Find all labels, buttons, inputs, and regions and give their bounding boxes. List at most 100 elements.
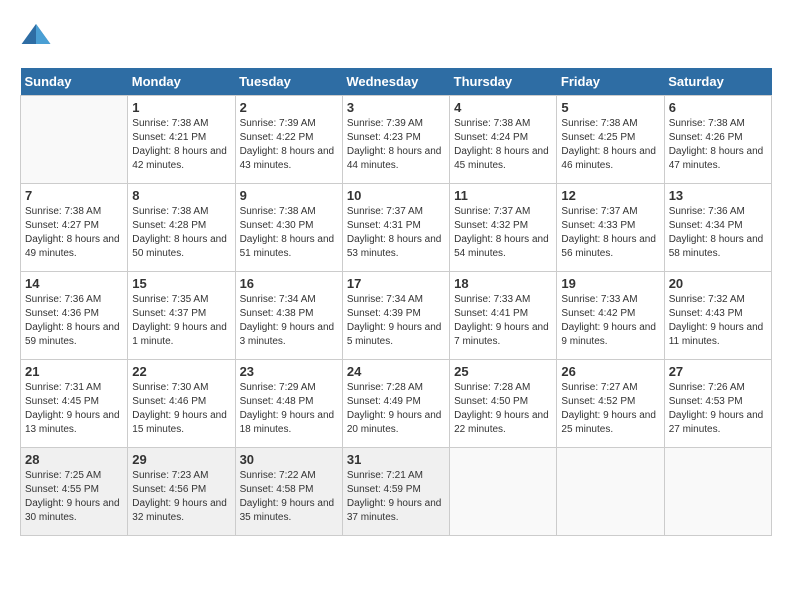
day-info: Sunrise: 7:33 AMSunset: 4:42 PMDaylight:…	[561, 293, 659, 349]
calendar-cell: 23 Sunrise: 7:29 AMSunset: 4:48 PMDayligh…	[235, 360, 342, 448]
day-info: Sunrise: 7:38 AMSunset: 4:27 PMDaylight:…	[25, 205, 123, 261]
calendar-cell: 9Sunrise: 7:38 AMSunset: 4:30 PMDaylight…	[235, 184, 342, 272]
week-row-5: 28Sunrise: 7:25 AMSunset: 4:55 PMDayligh…	[21, 448, 772, 536]
day-number: 7	[25, 188, 123, 203]
calendar-cell: 8 Sunrise: 7:38 AMSunset: 4:28 PMDaylight…	[128, 184, 235, 272]
day-number: 4	[454, 100, 552, 115]
calendar-cell: 4 Sunrise: 7:38 AMSunset: 4:24 PMDaylight…	[450, 96, 557, 184]
calendar-cell: 25 Sunrise: 7:28 AMSunset: 4:50 PMDayligh…	[450, 360, 557, 448]
day-number: 30	[240, 452, 338, 467]
day-info: Sunrise: 7:38 AMSunset: 4:25 PMDaylight:…	[561, 117, 659, 173]
day-info: Sunrise: 7:22 AMSunset: 4:58 PMDaylight:…	[240, 469, 338, 525]
day-info: Sunrise: 7:32 AMSunset: 4:43 PMDaylight:…	[669, 293, 767, 349]
day-info: Sunrise: 7:31 AMSunset: 4:45 PMDaylight:…	[25, 381, 123, 437]
day-number: 15	[132, 276, 230, 291]
calendar-cell: 21 Sunrise: 7:31 AMSunset: 4:45 PMDayligh…	[21, 360, 128, 448]
day-number: 5	[561, 100, 659, 115]
calendar-cell: 17 Sunrise: 7:34 AMSunset: 4:39 PMDayligh…	[342, 272, 449, 360]
day-number: 1	[132, 100, 230, 115]
week-row-3: 14 Sunrise: 7:36 AMSunset: 4:36 PMDayligh…	[21, 272, 772, 360]
day-number: 10	[347, 188, 445, 203]
day-header-wednesday: Wednesday	[342, 68, 449, 96]
calendar-cell: 7 Sunrise: 7:38 AMSunset: 4:27 PMDaylight…	[21, 184, 128, 272]
day-info: Sunrise: 7:39 AMSunset: 4:23 PMDaylight:…	[347, 117, 445, 173]
calendar-cell: 10 Sunrise: 7:37 AMSunset: 4:31 PMDayligh…	[342, 184, 449, 272]
calendar-cell: 29 Sunrise: 7:23 AMSunset: 4:56 PMDayligh…	[128, 448, 235, 536]
day-number: 16	[240, 276, 338, 291]
day-info: Sunrise: 7:37 AMSunset: 4:32 PMDaylight:…	[454, 205, 552, 261]
logo-icon	[20, 20, 52, 52]
day-number: 26	[561, 364, 659, 379]
calendar-cell: 22Sunrise: 7:30 AMSunset: 4:46 PMDayligh…	[128, 360, 235, 448]
day-number: 8	[132, 188, 230, 203]
day-info: Sunrise: 7:36 AMSunset: 4:34 PMDaylight:…	[669, 205, 767, 261]
day-number: 6	[669, 100, 767, 115]
day-info: Sunrise: 7:33 AMSunset: 4:41 PMDaylight:…	[454, 293, 552, 349]
day-info: Sunrise: 7:21 AMSunset: 4:59 PMDaylight:…	[347, 469, 445, 525]
day-number: 14	[25, 276, 123, 291]
calendar-cell: 28Sunrise: 7:25 AMSunset: 4:55 PMDayligh…	[21, 448, 128, 536]
day-info: Sunrise: 7:37 AMSunset: 4:33 PMDaylight:…	[561, 205, 659, 261]
calendar-cell: 18 Sunrise: 7:33 AMSunset: 4:41 PMDayligh…	[450, 272, 557, 360]
day-number: 27	[669, 364, 767, 379]
calendar-cell: 20Sunrise: 7:32 AMSunset: 4:43 PMDayligh…	[664, 272, 771, 360]
day-number: 21	[25, 364, 123, 379]
day-number: 31	[347, 452, 445, 467]
day-info: Sunrise: 7:38 AMSunset: 4:26 PMDaylight:…	[669, 117, 767, 173]
day-info: Sunrise: 7:38 AMSunset: 4:21 PMDaylight:…	[132, 117, 230, 173]
calendar-cell: 12 Sunrise: 7:37 AMSunset: 4:33 PMDayligh…	[557, 184, 664, 272]
calendar-table: SundayMondayTuesdayWednesdayThursdayFrid…	[20, 68, 772, 536]
day-header-saturday: Saturday	[664, 68, 771, 96]
calendar-cell: 11 Sunrise: 7:37 AMSunset: 4:32 PMDayligh…	[450, 184, 557, 272]
day-number: 17	[347, 276, 445, 291]
day-number: 12	[561, 188, 659, 203]
calendar-cell: 3 Sunrise: 7:39 AMSunset: 4:23 PMDaylight…	[342, 96, 449, 184]
calendar-cell: 27 Sunrise: 7:26 AMSunset: 4:53 PMDayligh…	[664, 360, 771, 448]
day-number: 18	[454, 276, 552, 291]
calendar-cell: 5 Sunrise: 7:38 AMSunset: 4:25 PMDaylight…	[557, 96, 664, 184]
calendar-header-row: SundayMondayTuesdayWednesdayThursdayFrid…	[21, 68, 772, 96]
day-header-sunday: Sunday	[21, 68, 128, 96]
day-header-tuesday: Tuesday	[235, 68, 342, 96]
day-number: 24	[347, 364, 445, 379]
day-number: 2	[240, 100, 338, 115]
day-number: 11	[454, 188, 552, 203]
day-info: Sunrise: 7:38 AMSunset: 4:28 PMDaylight:…	[132, 205, 230, 261]
day-info: Sunrise: 7:36 AMSunset: 4:36 PMDaylight:…	[25, 293, 123, 349]
day-info: Sunrise: 7:27 AMSunset: 4:52 PMDaylight:…	[561, 381, 659, 437]
day-info: Sunrise: 7:34 AMSunset: 4:39 PMDaylight:…	[347, 293, 445, 349]
day-info: Sunrise: 7:38 AMSunset: 4:24 PMDaylight:…	[454, 117, 552, 173]
week-row-4: 21 Sunrise: 7:31 AMSunset: 4:45 PMDayligh…	[21, 360, 772, 448]
calendar-cell	[664, 448, 771, 536]
day-info: Sunrise: 7:38 AMSunset: 4:30 PMDaylight:…	[240, 205, 338, 261]
day-header-monday: Monday	[128, 68, 235, 96]
day-number: 29	[132, 452, 230, 467]
week-row-2: 7 Sunrise: 7:38 AMSunset: 4:27 PMDaylight…	[21, 184, 772, 272]
calendar-cell: 19 Sunrise: 7:33 AMSunset: 4:42 PMDayligh…	[557, 272, 664, 360]
calendar-cell: 1 Sunrise: 7:38 AMSunset: 4:21 PMDaylight…	[128, 96, 235, 184]
week-row-1: 1 Sunrise: 7:38 AMSunset: 4:21 PMDaylight…	[21, 96, 772, 184]
calendar-cell: 14 Sunrise: 7:36 AMSunset: 4:36 PMDayligh…	[21, 272, 128, 360]
day-info: Sunrise: 7:35 AMSunset: 4:37 PMDaylight:…	[132, 293, 230, 349]
day-number: 23	[240, 364, 338, 379]
calendar-cell	[557, 448, 664, 536]
day-number: 19	[561, 276, 659, 291]
day-info: Sunrise: 7:29 AMSunset: 4:48 PMDaylight:…	[240, 381, 338, 437]
day-number: 13	[669, 188, 767, 203]
day-number: 3	[347, 100, 445, 115]
calendar-cell: 13 Sunrise: 7:36 AMSunset: 4:34 PMDayligh…	[664, 184, 771, 272]
calendar-cell: 31 Sunrise: 7:21 AMSunset: 4:59 PMDayligh…	[342, 448, 449, 536]
day-number: 25	[454, 364, 552, 379]
day-info: Sunrise: 7:28 AMSunset: 4:50 PMDaylight:…	[454, 381, 552, 437]
day-info: Sunrise: 7:28 AMSunset: 4:49 PMDaylight:…	[347, 381, 445, 437]
calendar-cell: 15 Sunrise: 7:35 AMSunset: 4:37 PMDayligh…	[128, 272, 235, 360]
calendar-cell	[21, 96, 128, 184]
calendar-cell	[450, 448, 557, 536]
calendar-cell: 2 Sunrise: 7:39 AMSunset: 4:22 PMDaylight…	[235, 96, 342, 184]
day-info: Sunrise: 7:37 AMSunset: 4:31 PMDaylight:…	[347, 205, 445, 261]
day-info: Sunrise: 7:39 AMSunset: 4:22 PMDaylight:…	[240, 117, 338, 173]
day-info: Sunrise: 7:26 AMSunset: 4:53 PMDaylight:…	[669, 381, 767, 437]
calendar-cell: 26 Sunrise: 7:27 AMSunset: 4:52 PMDayligh…	[557, 360, 664, 448]
logo	[20, 20, 56, 52]
day-info: Sunrise: 7:23 AMSunset: 4:56 PMDaylight:…	[132, 469, 230, 525]
